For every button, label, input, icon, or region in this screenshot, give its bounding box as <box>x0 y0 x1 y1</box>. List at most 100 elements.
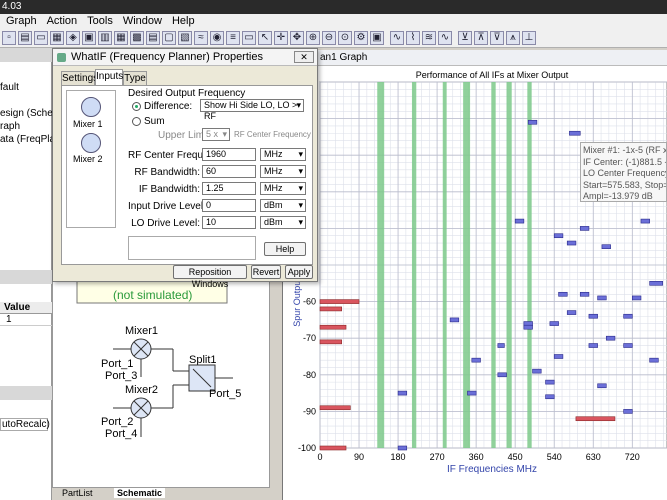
tree-item-default[interactable]: fault <box>0 82 19 93</box>
difference-radio[interactable] <box>132 102 141 111</box>
table-header-value: Value <box>0 302 52 314</box>
lo-drive-label: LO Drive Level: <box>131 218 200 229</box>
revert-button[interactable]: Revert <box>251 265 281 279</box>
close-icon[interactable]: ✕ <box>294 51 314 63</box>
dialog-title: WhatIF (Frequency Planner) Properties <box>71 51 263 63</box>
list-icon[interactable]: ≡ <box>226 31 240 45</box>
spectrum-icon[interactable]: ≋ <box>422 31 436 45</box>
menu-bar: Graph Action Tools Window Help <box>0 14 667 29</box>
settings-icon[interactable]: ⚙ <box>354 31 368 45</box>
table-icon[interactable]: ▤ <box>146 31 160 45</box>
spur-segment-blue <box>579 291 590 297</box>
window-icon[interactable]: ▢ <box>162 31 176 45</box>
wave-icon[interactable]: ≈ <box>194 31 208 45</box>
upper-limit-select[interactable]: 5 x <box>202 128 230 141</box>
schematic-icon[interactable]: ▥ <box>98 31 112 45</box>
eye-icon[interactable]: ◉ <box>210 31 224 45</box>
lo-drive-input[interactable]: 10 <box>202 216 256 229</box>
if-bandwidth-input[interactable]: 1.25 <box>202 182 256 195</box>
signal-icon[interactable]: ∿ <box>390 31 404 45</box>
spur-segment-blue <box>588 313 598 319</box>
print-icon[interactable]: ▤ <box>18 31 32 45</box>
spur-segment-red <box>319 324 347 330</box>
tab-settings[interactable]: Settings <box>61 71 98 86</box>
property-table: Value 1 <box>0 302 52 326</box>
zoom-fit-icon[interactable]: ⊙ <box>338 31 352 45</box>
difference-label: Difference: <box>144 101 193 112</box>
menu-graph[interactable]: Graph <box>6 14 37 29</box>
mixer1-icon[interactable] <box>81 97 101 117</box>
graph-icon[interactable]: ▦ <box>50 31 64 45</box>
apply-button[interactable]: Apply <box>285 265 313 279</box>
spur-segment-blue <box>579 226 590 231</box>
table-cell-value[interactable]: 1 <box>0 314 52 326</box>
difference-select[interactable]: Show Hi Side LO, LO > RF <box>200 99 304 121</box>
rf-center-input[interactable]: 1960 <box>202 148 256 161</box>
tab-type[interactable]: Type <box>123 71 147 86</box>
menu-action[interactable]: Action <box>47 14 78 29</box>
component-icon[interactable]: ◈ <box>66 31 80 45</box>
spur-segment-blue <box>649 357 659 363</box>
step-icon[interactable]: ⌇ <box>406 31 420 45</box>
if-band <box>411 82 417 448</box>
spur-segment-blue <box>566 240 577 246</box>
mixer-list: Mixer 1 Mixer 2 <box>66 90 116 228</box>
lo-drive-unit[interactable]: dBm <box>260 216 306 229</box>
input-drive-input[interactable]: 0 <box>202 199 256 212</box>
upper-limit-suffix: RF Center Frequency <box>234 130 311 139</box>
filter-icon[interactable]: ⩚ <box>506 31 520 45</box>
tab-schematic[interactable]: Schematic <box>114 488 166 498</box>
rf-bandwidth-unit[interactable]: MHz <box>260 165 306 178</box>
tree-item-data[interactable]: ata (FreqPlar <box>0 134 58 145</box>
pan-icon[interactable]: ✥ <box>290 31 304 45</box>
new-icon[interactable]: ▫ <box>2 31 16 45</box>
spur-segment-blue <box>397 390 408 396</box>
menu-tools[interactable]: Tools <box>87 14 113 29</box>
y-tick-label: -70 <box>303 333 316 343</box>
rf-bandwidth-input[interactable]: 60 <box>202 165 256 178</box>
help-button[interactable]: Help <box>264 242 306 256</box>
reposition-windows-button[interactable]: Reposition Windows <box>173 265 247 289</box>
chart-icon[interactable]: ▧ <box>178 31 192 45</box>
rf-bandwidth-label: RF Bandwidth: <box>134 167 200 178</box>
rect-icon[interactable]: ▭ <box>242 31 256 45</box>
spur-segment-red <box>319 339 342 345</box>
input-drive-unit[interactable]: dBm <box>260 199 306 212</box>
crosshair-icon[interactable]: ✛ <box>274 31 288 45</box>
tooltip-line-3: LO Center Frequency: 29 <box>583 168 666 178</box>
rf-center-unit[interactable]: MHz <box>260 148 306 161</box>
tree-item-graph[interactable]: raph <box>0 121 20 132</box>
layout-icon[interactable]: ▩ <box>130 31 144 45</box>
spur-chart[interactable]: Performance of All IFs at Mixer Output I… <box>282 66 667 500</box>
tooltip-line-1: Mixer #1: -1x-5 (RF x LO <box>583 145 666 155</box>
schematic-drawing: (not simulated) Mixer1 Port_1 Port_3 Spl… <box>76 258 241 440</box>
tab-partlist[interactable]: PartList <box>62 488 93 498</box>
x-tick-label: 180 <box>391 452 406 462</box>
folder-icon[interactable]: ▭ <box>34 31 48 45</box>
pointer-icon[interactable]: ↖ <box>258 31 272 45</box>
save-icon[interactable]: ▣ <box>82 31 96 45</box>
chart-title: Performance of All IFs at Mixer Output <box>416 70 569 80</box>
trace-icon[interactable]: ⊽ <box>490 31 504 45</box>
grid-icon[interactable]: ▦ <box>114 31 128 45</box>
menu-help[interactable]: Help <box>172 14 195 29</box>
axis-icon[interactable]: ⊥ <box>522 31 536 45</box>
zoom-out-icon[interactable]: ⊖ <box>322 31 336 45</box>
desired-output-label: Desired Output Frequency <box>128 88 246 99</box>
plot-area: 0 90 180 270 360 450 540 630 720 -60 -70 -80 -90 -100 <box>298 81 667 462</box>
zoom-in-icon[interactable]: ⊕ <box>306 31 320 45</box>
mixer1-item[interactable]: Mixer 1 <box>73 119 103 129</box>
marker-icon[interactable]: ⊻ <box>458 31 472 45</box>
frame-icon[interactable]: ▣ <box>370 31 384 45</box>
if-bandwidth-unit[interactable]: MHz <box>260 182 306 195</box>
mixer2-item[interactable]: Mixer 2 <box>73 154 103 164</box>
peak-icon[interactable]: ⊼ <box>474 31 488 45</box>
sum-radio[interactable] <box>132 117 141 126</box>
waveform-icon[interactable]: ∿ <box>438 31 452 45</box>
mixer2-icon[interactable] <box>81 133 101 153</box>
x-tick-label: 720 <box>625 452 640 462</box>
menu-window[interactable]: Window <box>123 14 162 29</box>
schematic-canvas[interactable]: (not simulated) Mixer1 Port_1 Port_3 Spl… <box>52 258 270 488</box>
spur-segment-blue <box>497 372 507 378</box>
tab-inputs[interactable]: Inputs <box>95 69 123 86</box>
